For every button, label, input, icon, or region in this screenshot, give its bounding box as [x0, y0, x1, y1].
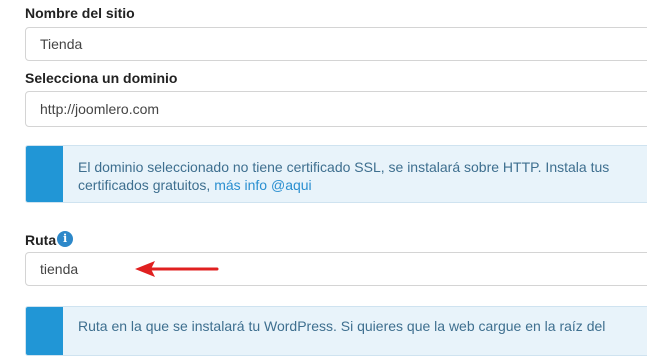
path-value: tienda	[40, 261, 79, 277]
alert-accent-bar	[26, 146, 63, 202]
ssl-info-link[interactable]: más info @aqui	[214, 177, 311, 193]
domain-select[interactable]: http://joomlero.com	[25, 91, 647, 127]
domain-value: http://joomlero.com	[40, 101, 160, 117]
alert-accent-bar	[26, 307, 63, 355]
ssl-notice-text: El dominio seleccionado no tiene certifi…	[78, 159, 610, 193]
path-label: Ruta	[25, 232, 57, 248]
path-notice-text: Ruta en la que se instalará tu WordPress…	[78, 318, 606, 334]
path-notice-message: Ruta en la que se instalará tu WordPress…	[78, 317, 647, 335]
arrow-annotation-icon	[135, 261, 219, 277]
path-label-row: Ruta i	[25, 231, 74, 248]
site-name-value: Tienda	[40, 36, 83, 52]
path-notice-alert: Ruta en la que se instalará tu WordPress…	[25, 306, 647, 356]
ssl-notice-message: El dominio seleccionado no tiene certifi…	[78, 158, 647, 194]
path-input[interactable]: tienda	[25, 252, 647, 286]
ssl-notice-alert: El dominio seleccionado no tiene certifi…	[25, 145, 647, 203]
domain-label: Selecciona un dominio	[25, 70, 178, 86]
info-icon[interactable]: i	[57, 231, 74, 247]
site-name-label: Nombre del sitio	[25, 5, 135, 21]
site-name-input[interactable]: Tienda	[25, 27, 647, 61]
